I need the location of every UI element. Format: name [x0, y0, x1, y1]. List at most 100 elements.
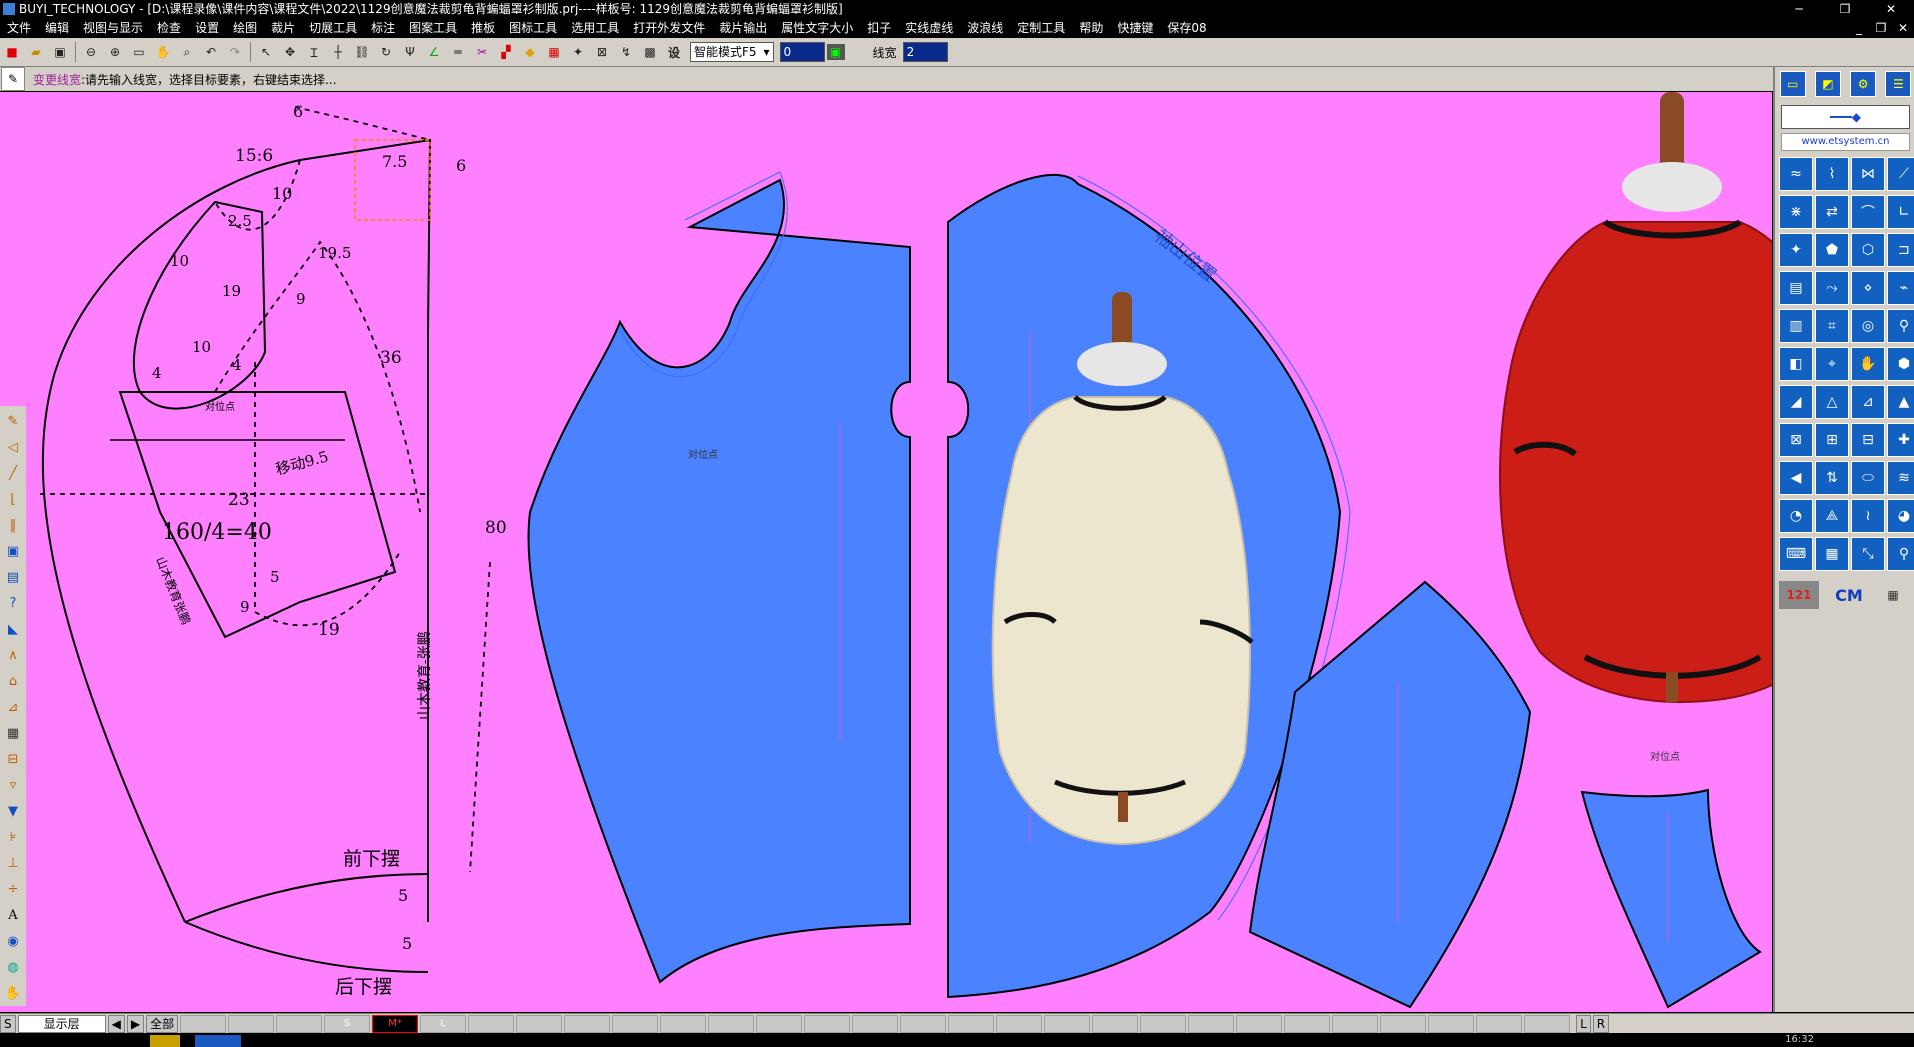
size-cell[interactable]: [1092, 1015, 1139, 1033]
tool-tile-icon[interactable]: ⋈: [1851, 157, 1885, 191]
tool-tile-icon[interactable]: ⊟: [1851, 423, 1885, 457]
tool-tile-icon[interactable]: ◎: [1851, 309, 1885, 343]
size-cell[interactable]: [996, 1015, 1043, 1033]
hand-tool-icon[interactable]: ✋: [3, 982, 23, 1004]
next-layer-button[interactable]: ▶: [126, 1015, 145, 1033]
tool-tile-icon[interactable]: ⇄: [1815, 195, 1849, 229]
open-folder-icon[interactable]: ▰: [26, 42, 46, 62]
tool-tile-icon[interactable]: ⟁: [1815, 499, 1849, 533]
undo-icon[interactable]: ↶: [201, 42, 221, 62]
shoe-tool-icon[interactable]: ◣: [3, 618, 23, 640]
tool-tile-icon[interactable]: ⋄: [1851, 271, 1885, 305]
left-button[interactable]: L: [1576, 1015, 1591, 1033]
tool-tile-icon[interactable]: ⤡: [1851, 537, 1885, 571]
tool-tile-icon[interactable]: ⌨: [1779, 537, 1813, 571]
size-cell[interactable]: [804, 1015, 851, 1033]
pan-hand-icon[interactable]: ✋: [153, 42, 173, 62]
save-tool-icon[interactable]: ▦: [3, 722, 23, 744]
grade-tool-icon[interactable]: ⊟: [3, 748, 23, 770]
button-tool-icon[interactable]: ◉: [3, 930, 23, 952]
menu-wave-line[interactable]: 波浪线: [960, 18, 1010, 38]
parallel-tool-icon[interactable]: ‖: [3, 514, 23, 536]
tool-tile-icon[interactable]: ▤: [1779, 271, 1813, 305]
tool-tile-icon[interactable]: ⬢: [1887, 347, 1914, 381]
size-cell[interactable]: [1428, 1015, 1475, 1033]
menu-text-size[interactable]: 属性文字大小: [774, 18, 860, 38]
all-layers-button[interactable]: 全部: [146, 1015, 179, 1033]
text-tool-icon[interactable]: A: [3, 904, 23, 926]
ruler-icon[interactable]: ▞: [496, 42, 516, 62]
redo-icon[interactable]: ↷: [225, 42, 245, 62]
menu-icon-tools[interactable]: 图标工具: [502, 18, 564, 38]
color-icon[interactable]: ◆: [520, 42, 540, 62]
grid-icon[interactable]: ▦: [544, 42, 564, 62]
size-cell[interactable]: [1284, 1015, 1331, 1033]
frame-tool-icon[interactable]: ▤: [3, 566, 23, 588]
tool-tile-icon[interactable]: ⌗: [1815, 309, 1849, 343]
dart-icon[interactable]: ✦: [568, 42, 588, 62]
text-i-icon[interactable]: Ɪ: [304, 42, 324, 62]
tool-tile-icon[interactable]: ⤳: [1815, 271, 1849, 305]
tool-tile-icon[interactable]: ⚲: [1887, 537, 1914, 571]
move-icon[interactable]: ✥: [280, 42, 300, 62]
tool-tile-icon[interactable]: ⟋: [1887, 157, 1914, 191]
tool-tile-icon[interactable]: ∟: [1887, 195, 1914, 229]
size-cell[interactable]: [1188, 1015, 1235, 1033]
taskbar-app-icon[interactable]: [150, 1035, 180, 1047]
size-cell[interactable]: [180, 1015, 227, 1033]
size-s-cell[interactable]: S: [324, 1015, 371, 1033]
size-l-cell[interactable]: L: [420, 1015, 467, 1033]
menu-check[interactable]: 检查: [150, 18, 188, 38]
tool-tile-icon[interactable]: ⬟: [1815, 233, 1849, 267]
tool-tile-icon[interactable]: ≀: [1851, 499, 1885, 533]
size-cell[interactable]: [948, 1015, 995, 1033]
size-cell[interactable]: [276, 1015, 323, 1033]
size-cell[interactable]: [852, 1015, 899, 1033]
dart-tool-icon[interactable]: ∧: [3, 644, 23, 666]
tool-tile-icon[interactable]: ◀: [1779, 461, 1813, 495]
list-icon[interactable]: ☰: [1885, 71, 1912, 97]
line-tool-icon[interactable]: ╱: [3, 462, 23, 484]
tool-tile-icon[interactable]: ⋇: [1779, 195, 1813, 229]
tool-tile-icon[interactable]: ◧: [1779, 347, 1813, 381]
zoom-in-icon[interactable]: ⊕: [105, 42, 125, 62]
mode-select[interactable]: 智能模式F5: [690, 42, 774, 62]
zoom-window-icon[interactable]: ▭: [129, 42, 149, 62]
tool-tile-icon[interactable]: ◔: [1779, 499, 1813, 533]
tool-tile-icon[interactable]: ⊞: [1815, 423, 1849, 457]
calculator-icon[interactable]: ▦: [1879, 581, 1907, 609]
size-cell[interactable]: [228, 1015, 275, 1033]
tool-tile-icon[interactable]: ▲: [1887, 385, 1914, 419]
seam-tool-icon[interactable]: ⊥: [3, 852, 23, 874]
tool-tile-icon[interactable]: ⬭: [1851, 461, 1885, 495]
menu-pieces[interactable]: 裁片: [264, 18, 302, 38]
tool-tile-icon[interactable]: ▦: [1815, 537, 1849, 571]
tool-tile-icon[interactable]: ⌁: [1887, 271, 1914, 305]
tool-tile-icon[interactable]: ⊿: [1851, 385, 1885, 419]
align-tool-icon[interactable]: ⊧: [3, 826, 23, 848]
save-icon[interactable]: ▣: [50, 42, 70, 62]
layer-display[interactable]: 显示层: [17, 1015, 106, 1033]
measure-tool-icon[interactable]: ⊿: [3, 696, 23, 718]
fork-icon[interactable]: Ψ: [400, 42, 420, 62]
layer-icon[interactable]: ↯: [616, 42, 636, 62]
menu-save08[interactable]: 保存08: [1160, 18, 1213, 38]
tool-tile-icon[interactable]: ▥: [1779, 309, 1813, 343]
size-cell[interactable]: [1380, 1015, 1427, 1033]
select-arrow-icon[interactable]: ↖: [256, 42, 276, 62]
measure-icon[interactable]: ⊠: [592, 42, 612, 62]
minimize-button[interactable]: ─: [1776, 0, 1822, 18]
menu-help[interactable]: 帮助: [1072, 18, 1110, 38]
size-cell[interactable]: [708, 1015, 755, 1033]
unit-display[interactable]: CM: [1823, 581, 1875, 609]
tool-tile-icon[interactable]: ⌇: [1815, 157, 1849, 191]
size-cell[interactable]: [612, 1015, 659, 1033]
pen-tool-icon[interactable]: ✎: [3, 410, 23, 432]
line-width-input[interactable]: 2: [902, 42, 948, 62]
menu-pattern-tools[interactable]: 图案工具: [402, 18, 464, 38]
menu-annotate[interactable]: 标注: [364, 18, 402, 38]
zoom-fit-icon[interactable]: ⌕: [177, 42, 197, 62]
size-cell[interactable]: [1524, 1015, 1571, 1033]
menu-line-style[interactable]: 实线虚线: [898, 18, 960, 38]
size-cell[interactable]: [660, 1015, 707, 1033]
